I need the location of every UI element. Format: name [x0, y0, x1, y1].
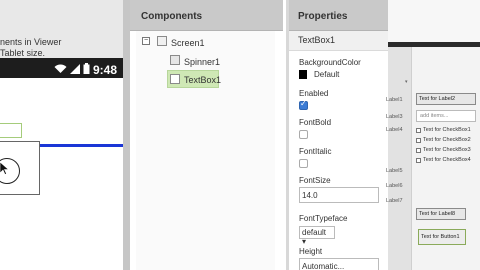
- dropdown-arrow-icon: ▾: [405, 79, 408, 85]
- secondary-window-sidebar: [388, 47, 412, 270]
- fontitalic-label: FontItalic: [299, 147, 332, 156]
- viewer-scroll-gutter[interactable]: [123, 0, 130, 270]
- phone-screen[interactable]: [0, 78, 123, 270]
- viewer-panel: nents in Viewer Tablet size. 9:48: [0, 0, 130, 270]
- label6-preview[interactable]: Label6: [386, 183, 403, 189]
- phone-status-bar: 9:48: [0, 58, 123, 78]
- components-panel: Components − Screen1 Spinner1 TextBox1: [130, 0, 283, 270]
- fontsize-input[interactable]: 14.0: [299, 187, 379, 203]
- checkbox1-label: Text for CheckBox1: [423, 127, 471, 133]
- fontitalic-checkbox[interactable]: [299, 159, 308, 168]
- components-title: Components: [141, 11, 203, 22]
- backgroundcolor-label: BackgroundColor: [299, 58, 361, 67]
- secondary-window-top: [388, 0, 480, 42]
- checkbox4-label: Text for CheckBox4: [423, 157, 471, 163]
- viewer-caption-line2: Tablet size.: [0, 48, 46, 58]
- tree-item-textbox1[interactable]: TextBox1: [184, 75, 221, 85]
- backgroundcolor-value[interactable]: Default: [314, 70, 339, 79]
- spinner-preview[interactable]: [0, 123, 22, 138]
- tree-item-spinner1[interactable]: Spinner1: [184, 57, 220, 67]
- battery-icon: [83, 61, 90, 79]
- mouse-pointer-icon: [0, 161, 10, 178]
- status-icons: 9:48: [54, 61, 117, 79]
- height-input[interactable]: Automatic...: [299, 258, 379, 270]
- checkbox1-preview[interactable]: Text for CheckBox1: [416, 127, 471, 133]
- checkbox1-square[interactable]: [416, 127, 421, 133]
- fontsize-label: FontSize: [299, 176, 331, 185]
- checkbox4-square[interactable]: [416, 157, 421, 163]
- checkbox3-square[interactable]: [416, 147, 421, 153]
- label7-preview[interactable]: Label7: [386, 198, 403, 204]
- properties-title: Properties: [298, 11, 348, 22]
- checkbox3-preview[interactable]: Text for CheckBox3: [416, 147, 471, 153]
- checkbox2-square[interactable]: [416, 137, 421, 143]
- screen1-collapse-toggle[interactable]: −: [142, 37, 150, 45]
- screen-icon: [157, 36, 167, 46]
- components-header: Components: [130, 0, 283, 31]
- properties-component-name: TextBox1: [289, 31, 388, 51]
- add-items-input[interactable]: add items...: [416, 110, 476, 122]
- enabled-label: Enabled: [299, 89, 329, 98]
- label8-preview[interactable]: Text for Label8: [416, 208, 466, 220]
- backgroundcolor-swatch[interactable]: [299, 70, 307, 79]
- checkbox4-preview[interactable]: Text for CheckBox4: [416, 157, 471, 163]
- selected-component-label: TextBox1: [298, 35, 336, 45]
- checkbox3-label: Text for CheckBox3: [423, 147, 471, 153]
- label5-preview[interactable]: Label5: [386, 168, 403, 174]
- label4-preview[interactable]: Label4: [386, 127, 403, 133]
- secondary-window: ▾ Text for Label2 Label1 add items... La…: [386, 0, 480, 270]
- enabled-checkbox[interactable]: [299, 99, 308, 110]
- properties-header: Properties: [289, 0, 388, 31]
- tree-item-screen1[interactable]: Screen1: [171, 38, 205, 48]
- wifi-icon: [54, 61, 67, 79]
- checkbox2-label: Text for CheckBox2: [423, 137, 471, 143]
- textbox-icon: [170, 74, 180, 84]
- button1-preview[interactable]: Text for Button1: [418, 229, 466, 245]
- viewer-caption-line1: nents in Viewer: [0, 37, 62, 47]
- spinner-icon: [170, 55, 180, 65]
- label1-preview[interactable]: Label1: [386, 97, 403, 103]
- status-time: 9:48: [92, 63, 117, 77]
- fontbold-checkbox[interactable]: [299, 130, 308, 139]
- fonttypeface-label: FontTypeface: [299, 214, 348, 223]
- signal-icon: [69, 61, 80, 79]
- label2-preview[interactable]: Text for Label2: [416, 93, 476, 105]
- checkbox2-preview[interactable]: Text for CheckBox2: [416, 137, 471, 143]
- fontbold-label: FontBold: [299, 118, 332, 127]
- properties-panel: Properties TextBox1 BackgroundColor Defa…: [286, 0, 388, 270]
- label3-preview[interactable]: Label3: [386, 114, 403, 120]
- height-label: Height: [299, 247, 323, 256]
- fonttypeface-select[interactable]: default ▾: [299, 226, 335, 246]
